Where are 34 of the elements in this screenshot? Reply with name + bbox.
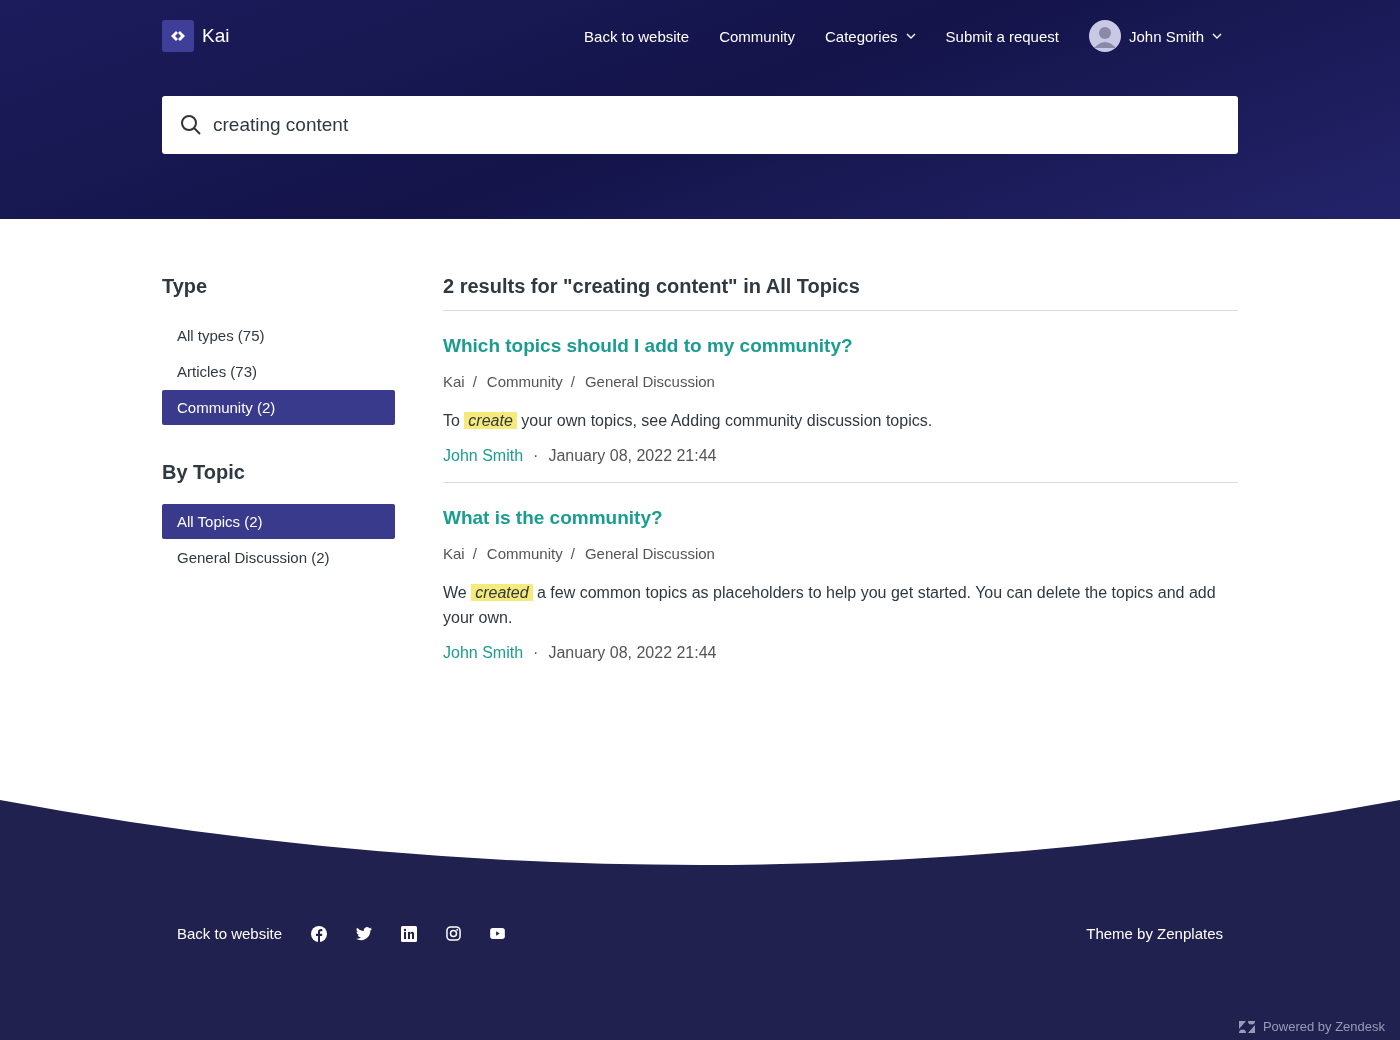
breadcrumb-link[interactable]: General Discussion — [584, 545, 715, 562]
breadcrumb-link[interactable]: Kai — [443, 545, 465, 562]
filter-item[interactable]: All Topics (2) — [162, 504, 395, 539]
breadcrumb-separator: / — [472, 373, 477, 390]
breadcrumb-link[interactable]: Community — [486, 373, 563, 390]
breadcrumb-separator: / — [472, 545, 477, 562]
breadcrumb-link[interactable]: Kai — [443, 373, 465, 390]
breadcrumb-link[interactable]: General Discussion — [584, 373, 715, 390]
filter-heading: Type — [162, 275, 209, 298]
theme-credit-link[interactable]: Theme by Zenplates — [1086, 925, 1223, 942]
filter-item[interactable]: Articles (73) — [162, 354, 395, 389]
filter-heading: By Topic — [162, 461, 246, 484]
filter-item[interactable]: General Discussion (2) — [162, 540, 395, 575]
nav-link[interactable]: Back to website — [584, 27, 690, 45]
result-excerpt: We created a few common topics as placeholders to help you get started. You can delete the topics and add your own. — [443, 583, 1217, 628]
results-heading: 2 results for "creating content" in All Topics — [443, 275, 1238, 311]
search-field[interactable]: creating content — [162, 96, 1238, 154]
filter-item[interactable]: Community (2) — [162, 390, 395, 425]
breadcrumb-separator: / — [570, 545, 575, 562]
powered-by-link[interactable]: Powered by Zendesk — [1262, 1019, 1385, 1034]
filter-item[interactable]: All types (75) — [162, 318, 395, 353]
separator-dot: · — [533, 447, 539, 465]
separator-dot: · — [533, 644, 539, 662]
result-excerpt: To create your own topics, see Adding community discussion topics. — [443, 411, 934, 431]
post-date: January 08, 2022 21:44 — [548, 447, 717, 465]
breadcrumb-link[interactable]: Community — [486, 545, 563, 562]
nav-link[interactable]: Community — [719, 27, 795, 45]
breadcrumb-separator: / — [570, 373, 575, 390]
brand-name[interactable]: Kai — [202, 25, 230, 47]
nav-link[interactable]: Categories — [825, 27, 916, 45]
footer-link[interactable]: Back to website — [177, 925, 283, 942]
nav-link[interactable]: Submit a request — [945, 27, 1059, 45]
user-menu[interactable]: John Smith — [1088, 20, 1222, 52]
post-date: January 08, 2022 21:44 — [548, 644, 717, 662]
